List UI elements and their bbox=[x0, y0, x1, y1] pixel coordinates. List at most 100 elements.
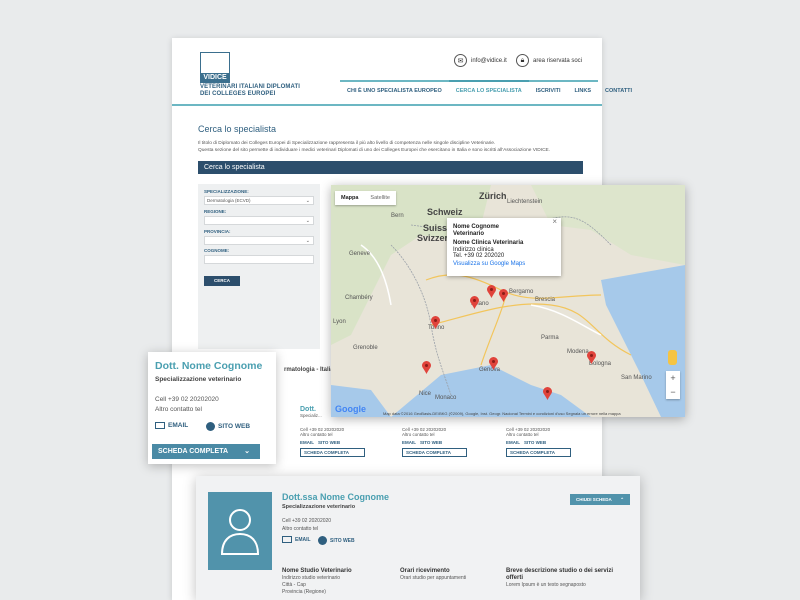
region-label: REGIONE: bbox=[204, 209, 227, 214]
email-label: EMAIL bbox=[295, 536, 311, 543]
header-rule bbox=[172, 104, 602, 106]
map-pin[interactable] bbox=[489, 357, 498, 370]
info-tel: Tel. +39 02 202020 bbox=[453, 253, 505, 259]
globe-icon bbox=[318, 536, 327, 545]
email-link[interactable]: EMAIL bbox=[506, 440, 520, 445]
reserved-text: area riservata soci bbox=[533, 57, 583, 64]
studio-heading: Nome Studio Veterinario bbox=[282, 568, 352, 574]
info-gmaps-link[interactable]: Visualizza su Google Maps bbox=[453, 261, 555, 268]
tab-map[interactable]: Mappa bbox=[335, 191, 364, 205]
map-label: Chambéry bbox=[345, 295, 373, 301]
full-profile-button[interactable]: SCHEDA COMPLETA ⌄ bbox=[152, 444, 260, 459]
full-profile-label: SCHEDA COMPLETA bbox=[158, 448, 228, 455]
chevron-down-icon: ⌄ bbox=[305, 198, 310, 204]
card-name: Dott.ssa Nome Cognome bbox=[282, 492, 390, 502]
chevron-down-icon: ⌄ bbox=[305, 238, 310, 244]
lock-icon: 🔒︎ bbox=[516, 54, 529, 67]
email-link[interactable]: EMAIL bbox=[155, 422, 188, 429]
nav-iscriviti[interactable]: ISCRIVITI bbox=[529, 88, 568, 94]
chevron-down-icon: ⌄ bbox=[244, 448, 250, 455]
province-label: PROVINCIA: bbox=[204, 229, 231, 234]
intro-line2: Questa sezione del sito permette di indi… bbox=[198, 148, 551, 153]
map-attribution[interactable]: Map data ©2016 GeoBasis-DE/BKG (©2009), … bbox=[383, 411, 621, 416]
nav-contatti[interactable]: CONTATTI bbox=[598, 88, 639, 94]
card-other: Altro contatto tel bbox=[402, 432, 435, 437]
map-pin[interactable] bbox=[431, 316, 440, 329]
email-text: info@vidice.it bbox=[471, 57, 507, 64]
website-link[interactable]: SITO WEB bbox=[420, 440, 442, 445]
map-label: Schweiz bbox=[427, 207, 463, 217]
card-other: Altro contatto tel bbox=[155, 406, 202, 413]
website-link[interactable]: SITO WEB bbox=[206, 422, 250, 431]
intro-text: Il titolo di Diplomato dei Colleges Euro… bbox=[198, 140, 593, 154]
result-card: Cell +39 02 20202020 Altro contatto tel … bbox=[506, 427, 571, 457]
email-link[interactable]: ✉ info@vidice.it bbox=[454, 54, 507, 67]
close-profile-button[interactable]: CHIUDI SCHEDA ⌃ bbox=[570, 494, 630, 505]
reserved-area-link[interactable]: 🔒︎ area riservata soci bbox=[516, 54, 582, 67]
intro-line1: Il titolo di Diplomato dei Colleges Euro… bbox=[198, 141, 496, 146]
map-label: Brescia bbox=[535, 297, 556, 303]
card-name[interactable]: Dott. bbox=[300, 406, 322, 413]
specialist-detail-card: Dott.ssa Nome Cognome Specializzazione v… bbox=[196, 476, 640, 600]
close-icon[interactable]: × bbox=[552, 218, 557, 226]
map-pin[interactable] bbox=[587, 351, 596, 364]
map-label: Bern bbox=[391, 213, 404, 219]
surname-label: COGNOME: bbox=[204, 248, 230, 253]
map-pin[interactable] bbox=[470, 296, 479, 309]
pegman-icon[interactable] bbox=[668, 350, 677, 365]
website-link[interactable]: SITO WEB bbox=[318, 440, 340, 445]
email-link[interactable]: EMAIL bbox=[402, 440, 416, 445]
map-pin[interactable] bbox=[422, 361, 431, 374]
hours-heading: Orari ricevimento bbox=[400, 568, 450, 574]
zoom-out-button[interactable]: − bbox=[666, 385, 680, 399]
spec-select-value: Dermatologia (ECVD) bbox=[207, 198, 251, 203]
email-link[interactable]: EMAIL bbox=[300, 440, 314, 445]
user-icon bbox=[220, 509, 260, 555]
hours-text: Orari studio per appuntamenti bbox=[400, 575, 467, 581]
map-label: Grenoble bbox=[353, 345, 378, 351]
page-title: Cerca lo specialista bbox=[198, 124, 277, 134]
map-label: Lyon bbox=[333, 319, 346, 325]
globe-icon bbox=[206, 422, 215, 431]
map-label: Zürich bbox=[479, 191, 507, 201]
province-select[interactable]: ⌄ bbox=[204, 236, 314, 245]
map-pin[interactable] bbox=[499, 289, 508, 302]
full-profile-button[interactable]: SCHEDA COMPLETA bbox=[506, 448, 571, 457]
surname-input[interactable] bbox=[204, 255, 314, 264]
envelope-icon bbox=[155, 422, 165, 429]
description-column: Breve descrizione studio o dei servizi o… bbox=[506, 568, 624, 589]
full-profile-button[interactable]: SCHEDA COMPLETA bbox=[402, 448, 467, 457]
nav-cerca[interactable]: CERCA LO SPECIALISTA bbox=[448, 80, 529, 94]
hours-column: Orari ricevimento Orari studio per appun… bbox=[400, 568, 466, 582]
map-info-window: × Nome Cognome Veterinario Nome Clinica … bbox=[447, 218, 561, 276]
map-label: Geneve bbox=[349, 251, 371, 257]
email-link[interactable]: EMAIL bbox=[282, 536, 311, 543]
map-label: Bergamo bbox=[509, 289, 534, 295]
map-widget[interactable]: Schweiz Suisse Svizzera Zürich Liechtens… bbox=[331, 185, 685, 417]
specialist-card: Dott. Nome Cognome Specializzazione vete… bbox=[148, 352, 276, 464]
map-pin[interactable] bbox=[543, 387, 552, 400]
map-label: Nice bbox=[419, 391, 432, 397]
map-pin[interactable] bbox=[487, 285, 496, 298]
search-button[interactable]: CERCA bbox=[204, 276, 240, 286]
result-card: Dott. Specializ... bbox=[300, 406, 322, 418]
spec-select[interactable]: Dermatologia (ECVD) ⌄ bbox=[204, 196, 314, 205]
studio-province: Provincia (Regione) bbox=[282, 589, 326, 595]
website-link[interactable]: SITO WEB bbox=[318, 536, 355, 545]
card-cell: Cell +39 02 20202020 bbox=[155, 396, 219, 403]
map-label: Parma bbox=[541, 335, 559, 341]
envelope-icon: ✉ bbox=[454, 54, 467, 67]
studio-address: Indirizzo studio veterinario bbox=[282, 575, 341, 581]
zoom-in-button[interactable]: + bbox=[666, 371, 680, 385]
nav-links[interactable]: LINKS bbox=[568, 88, 599, 94]
card-other: Altro contatto tel bbox=[506, 432, 539, 437]
nav-chi-e[interactable]: CHI È UNO SPECIALISTA EUROPEO bbox=[340, 88, 449, 94]
studio-city: Città - Cap bbox=[282, 582, 306, 588]
result-card: Cell +39 02 20202020 Altro contatto tel … bbox=[402, 427, 467, 457]
description-heading: Breve descrizione studio o dei servizi o… bbox=[506, 568, 614, 581]
card-name[interactable]: Dott. Nome Cognome bbox=[155, 360, 262, 372]
region-select[interactable]: ⌄ bbox=[204, 216, 314, 225]
website-link[interactable]: SITO WEB bbox=[524, 440, 546, 445]
full-profile-button[interactable]: SCHEDA COMPLETA bbox=[300, 448, 365, 457]
tab-satellite[interactable]: Satellite bbox=[364, 191, 396, 205]
